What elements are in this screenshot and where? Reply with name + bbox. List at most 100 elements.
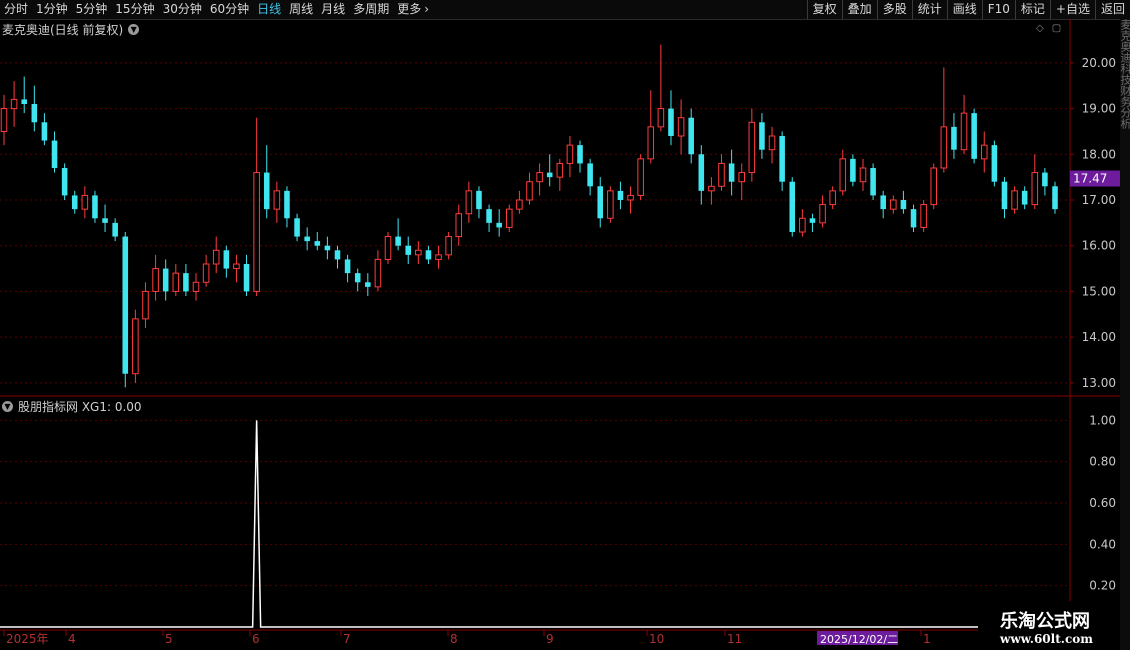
candle-body-down (951, 126, 957, 150)
candle-body-up (516, 199, 523, 210)
candle-body-up (465, 190, 473, 215)
candle-body-down (92, 195, 98, 219)
candle-body-up (768, 135, 776, 151)
candle-body-up (647, 126, 655, 160)
candle-body-up (506, 208, 513, 228)
candle-body-down (51, 140, 58, 168)
candle-body-up (708, 185, 715, 192)
price-tick-label: 16.00 (1082, 239, 1116, 253)
indicator-tick-label: 0.60 (1089, 496, 1116, 510)
candle-body-down (112, 222, 118, 237)
candle-body-down (122, 236, 129, 374)
indicator-tick-label: 0.20 (1089, 579, 1116, 593)
price-tick-label: 14.00 (1082, 330, 1116, 344)
candle-body-up (233, 263, 240, 270)
candle-body-up (81, 194, 89, 210)
candle-body-down (314, 241, 321, 246)
candle-body-up (445, 236, 452, 256)
candle-body-up (0, 108, 8, 132)
candle-body-up (526, 181, 533, 201)
candle-body-down (324, 245, 331, 251)
candle-body-down (354, 273, 361, 283)
candle-body-down (688, 117, 694, 155)
candle-body-down (850, 158, 856, 182)
candle-body-up (637, 158, 644, 196)
candle-body-up (384, 236, 392, 260)
price-tick-label: 20.00 (1082, 56, 1116, 70)
kline-chart[interactable]: 20.00 19.00 18.00 17.00 16.00 15.00 14.00 13.00… (0, 0, 1120, 650)
candle-body-down (183, 273, 189, 292)
watermark-title: 乐淘公式网 (1000, 611, 1090, 632)
candle-body-up (940, 126, 948, 169)
candle-body-down (61, 168, 68, 196)
candle-body-up (799, 217, 806, 233)
watermark-logo: 乐淘公式网 www.60lt.com (978, 601, 1120, 650)
candle-body-down (395, 236, 401, 246)
candle-body-up (152, 268, 159, 292)
candle-body-up (1031, 172, 1039, 206)
price-tick-label: 19.00 (1082, 102, 1116, 116)
candle-body-up (657, 108, 665, 128)
candle-body-down (1042, 172, 1048, 187)
candle-body-down (1021, 190, 1028, 205)
watermark-url: www.60lt.com (1000, 632, 1093, 646)
candle-body-down (31, 104, 38, 123)
candle-body-down (243, 264, 250, 292)
candle-body-down (789, 181, 796, 232)
candle-body-down (698, 154, 705, 191)
candle-body-down (668, 108, 674, 136)
candle-body-down (900, 200, 907, 210)
candle-body-down (425, 250, 432, 260)
price-tick-label: 13.00 (1082, 376, 1116, 390)
time-axis-label: 2025年 (6, 632, 49, 646)
time-axis-label: 1 (923, 632, 931, 646)
candle-body-down (597, 186, 604, 219)
candle-body-down (486, 209, 492, 223)
candle-body-up (890, 199, 897, 210)
candle-body-down (991, 145, 998, 182)
candle-body-up (556, 162, 564, 178)
candle-body-down (809, 218, 816, 223)
candle-body-down (223, 250, 230, 269)
candle-body-down (1052, 186, 1058, 210)
candle-body-down (587, 163, 593, 187)
candle-body-down (496, 222, 502, 228)
time-axis-label: 11 (727, 632, 742, 646)
cursor-date-label: 2025/12/02/二 (820, 633, 898, 646)
candle-body-up (374, 258, 382, 288)
candle-body-up (920, 204, 927, 228)
time-axis-label: 7 (343, 632, 351, 646)
candle-body-up (930, 167, 938, 206)
candle-body-down (880, 195, 886, 210)
candle-body-down (546, 172, 553, 178)
candle-body-down (405, 245, 412, 255)
right-info-panel[interactable]: 麦克奥迪科技财务分析 (1120, 19, 1130, 650)
candle-body-up (192, 281, 200, 292)
candle-body-down (344, 259, 351, 274)
candle-body-down (71, 195, 78, 210)
candle-body-up (627, 194, 634, 201)
candle-body-down (971, 113, 977, 159)
candle-body-down (304, 236, 310, 242)
candle-body-down (870, 168, 876, 196)
price-tick-label: 15.00 (1082, 284, 1116, 298)
candle-body-down (779, 136, 785, 182)
candle-body-down (617, 190, 624, 200)
candle-body-up (566, 144, 574, 164)
indicator-tick-label: 0.80 (1089, 455, 1116, 469)
time-axis-label: 8 (450, 632, 458, 646)
candle-body-up (10, 98, 18, 110)
candle-body-up (1011, 190, 1018, 210)
candle-body-down (21, 99, 27, 104)
candle-body-down (365, 282, 371, 287)
candle-body-up (607, 190, 614, 219)
candle-body-up (536, 172, 543, 183)
candle-body-up (960, 112, 968, 151)
candle-body-down (263, 172, 270, 210)
candle-body-down (41, 122, 48, 141)
candle-body-up (748, 121, 756, 174)
candle-body-down (294, 218, 300, 237)
candle-body-up (829, 190, 836, 206)
candle-body-down (102, 218, 108, 223)
candle-body-up (839, 158, 847, 192)
